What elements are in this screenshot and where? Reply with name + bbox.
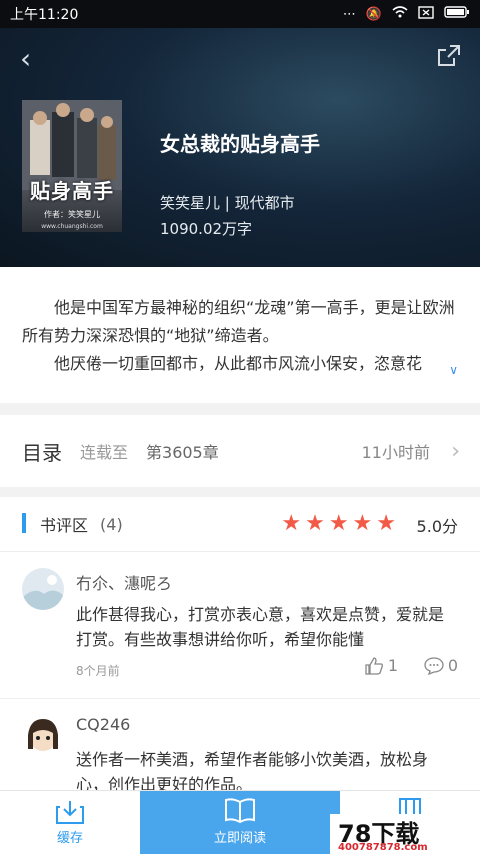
- cache-button[interactable]: 缓存: [0, 791, 140, 854]
- book-header: ‹ 贴身高手 作者：笑笑星儿 www.chuangshi.com 女总裁的贴身高…: [0, 28, 480, 267]
- review-date: 8个月前: [76, 664, 120, 678]
- read-now-label: 立即阅读: [213, 831, 266, 846]
- battery-icon: [444, 6, 470, 22]
- watermark-logo: 78下载 400787878.com: [330, 814, 480, 854]
- back-icon[interactable]: ‹: [20, 42, 31, 75]
- more-dots-icon: ⋯: [342, 6, 356, 22]
- intro-paragraph-2: 他厌倦一切重回都市，从此都市风流小保安，恣意花: [54, 354, 423, 373]
- status-icons: ⋯ 🔕: [342, 5, 470, 23]
- review-item[interactable]: 冇尒、潓呢ろ 此作甚得我心，打赏亦表心意，喜欢是点赞，爱就是打赏。有些故事想讲给…: [0, 551, 480, 698]
- watermark-url: 400787878.com: [338, 842, 428, 853]
- book-word-count: 1090.02万字: [160, 220, 253, 238]
- status-bar: 上午11:20 ⋯ 🔕: [0, 0, 480, 28]
- comment-button[interactable]: 0: [424, 656, 458, 675]
- open-book-icon: [225, 798, 255, 824]
- reviews-label: 书评区: [40, 516, 89, 535]
- thumbs-up-icon: [365, 656, 383, 675]
- cover-title: 贴身高手: [30, 179, 114, 203]
- sim-icon: [418, 5, 434, 23]
- cover-site: www.chuangshi.com: [41, 223, 103, 230]
- comment-icon: [424, 656, 444, 675]
- catalog-title: 目录: [22, 440, 62, 465]
- cache-label: 缓存: [56, 831, 83, 846]
- status-time: 上午11:20: [10, 7, 79, 23]
- cover-author: 作者：笑笑星儿: [44, 210, 100, 219]
- like-count: 1: [387, 656, 398, 675]
- avatar[interactable]: [22, 568, 64, 610]
- review-item[interactable]: CQ246 送作者一杯美酒，希望作者能够小饮美酒，放松身心，创作出更好的作品。: [0, 698, 480, 799]
- avatar[interactable]: [22, 713, 64, 755]
- mute-icon: 🔕: [365, 6, 382, 22]
- chevron-right-icon: ›: [451, 438, 460, 464]
- reviewer-name: CQ246: [76, 715, 131, 734]
- reviewer-name: 冇尒、潓呢ろ: [76, 574, 173, 593]
- reviews-count: (4): [100, 514, 123, 534]
- reviews-header: 书评区 (4) ★★★★★ 5.0分: [0, 497, 480, 551]
- book-cover[interactable]: 贴身高手 作者：笑笑星儿 www.chuangshi.com: [22, 100, 122, 232]
- catalog-updated-time: 11小时前: [361, 443, 430, 462]
- expand-chevron-icon[interactable]: ∨: [449, 363, 458, 377]
- book-author-genre: 笑笑星儿 | 现代都市: [160, 194, 295, 212]
- review-text: 此作甚得我心，打赏亦表心意，喜欢是点赞，爱就是打赏。有些故事想讲给你听，希望你能…: [76, 605, 445, 649]
- catalog-latest-chapter: 第3605章: [146, 443, 219, 462]
- rating-stars-icon: ★★★★★: [281, 511, 400, 536]
- intro-paragraph-1: 他是中国军方最神秘的组织“龙魂”第一高手，更是让欧洲所有势力深深恐惧的“地狱”缔…: [22, 298, 455, 345]
- book-title: 女总裁的贴身高手: [160, 132, 320, 156]
- catalog-row[interactable]: 目录 连载至 第3605章 11小时前 ›: [0, 415, 480, 487]
- comment-count: 0: [447, 656, 458, 675]
- section-accent-bar: [22, 513, 26, 533]
- download-icon: [56, 801, 84, 824]
- wifi-icon: [392, 6, 408, 22]
- reviews-section: 书评区 (4) ★★★★★ 5.0分 冇尒、潓呢ろ 此作甚得我心，打赏亦表心意，…: [0, 497, 480, 797]
- bottom-action-bar: 缓存 立即阅读 78下载 400787878.com: [0, 790, 480, 854]
- book-intro[interactable]: 他是中国军方最神秘的组织“龙魂”第一高手，更是让欧洲所有势力深深恐惧的“地狱”缔…: [0, 267, 480, 403]
- catalog-serial-label: 连载至: [80, 443, 129, 462]
- like-button[interactable]: 1: [364, 656, 398, 675]
- read-now-button[interactable]: 立即阅读: [140, 791, 340, 854]
- share-icon[interactable]: [436, 44, 462, 68]
- rating-score: 5.0分: [416, 517, 458, 536]
